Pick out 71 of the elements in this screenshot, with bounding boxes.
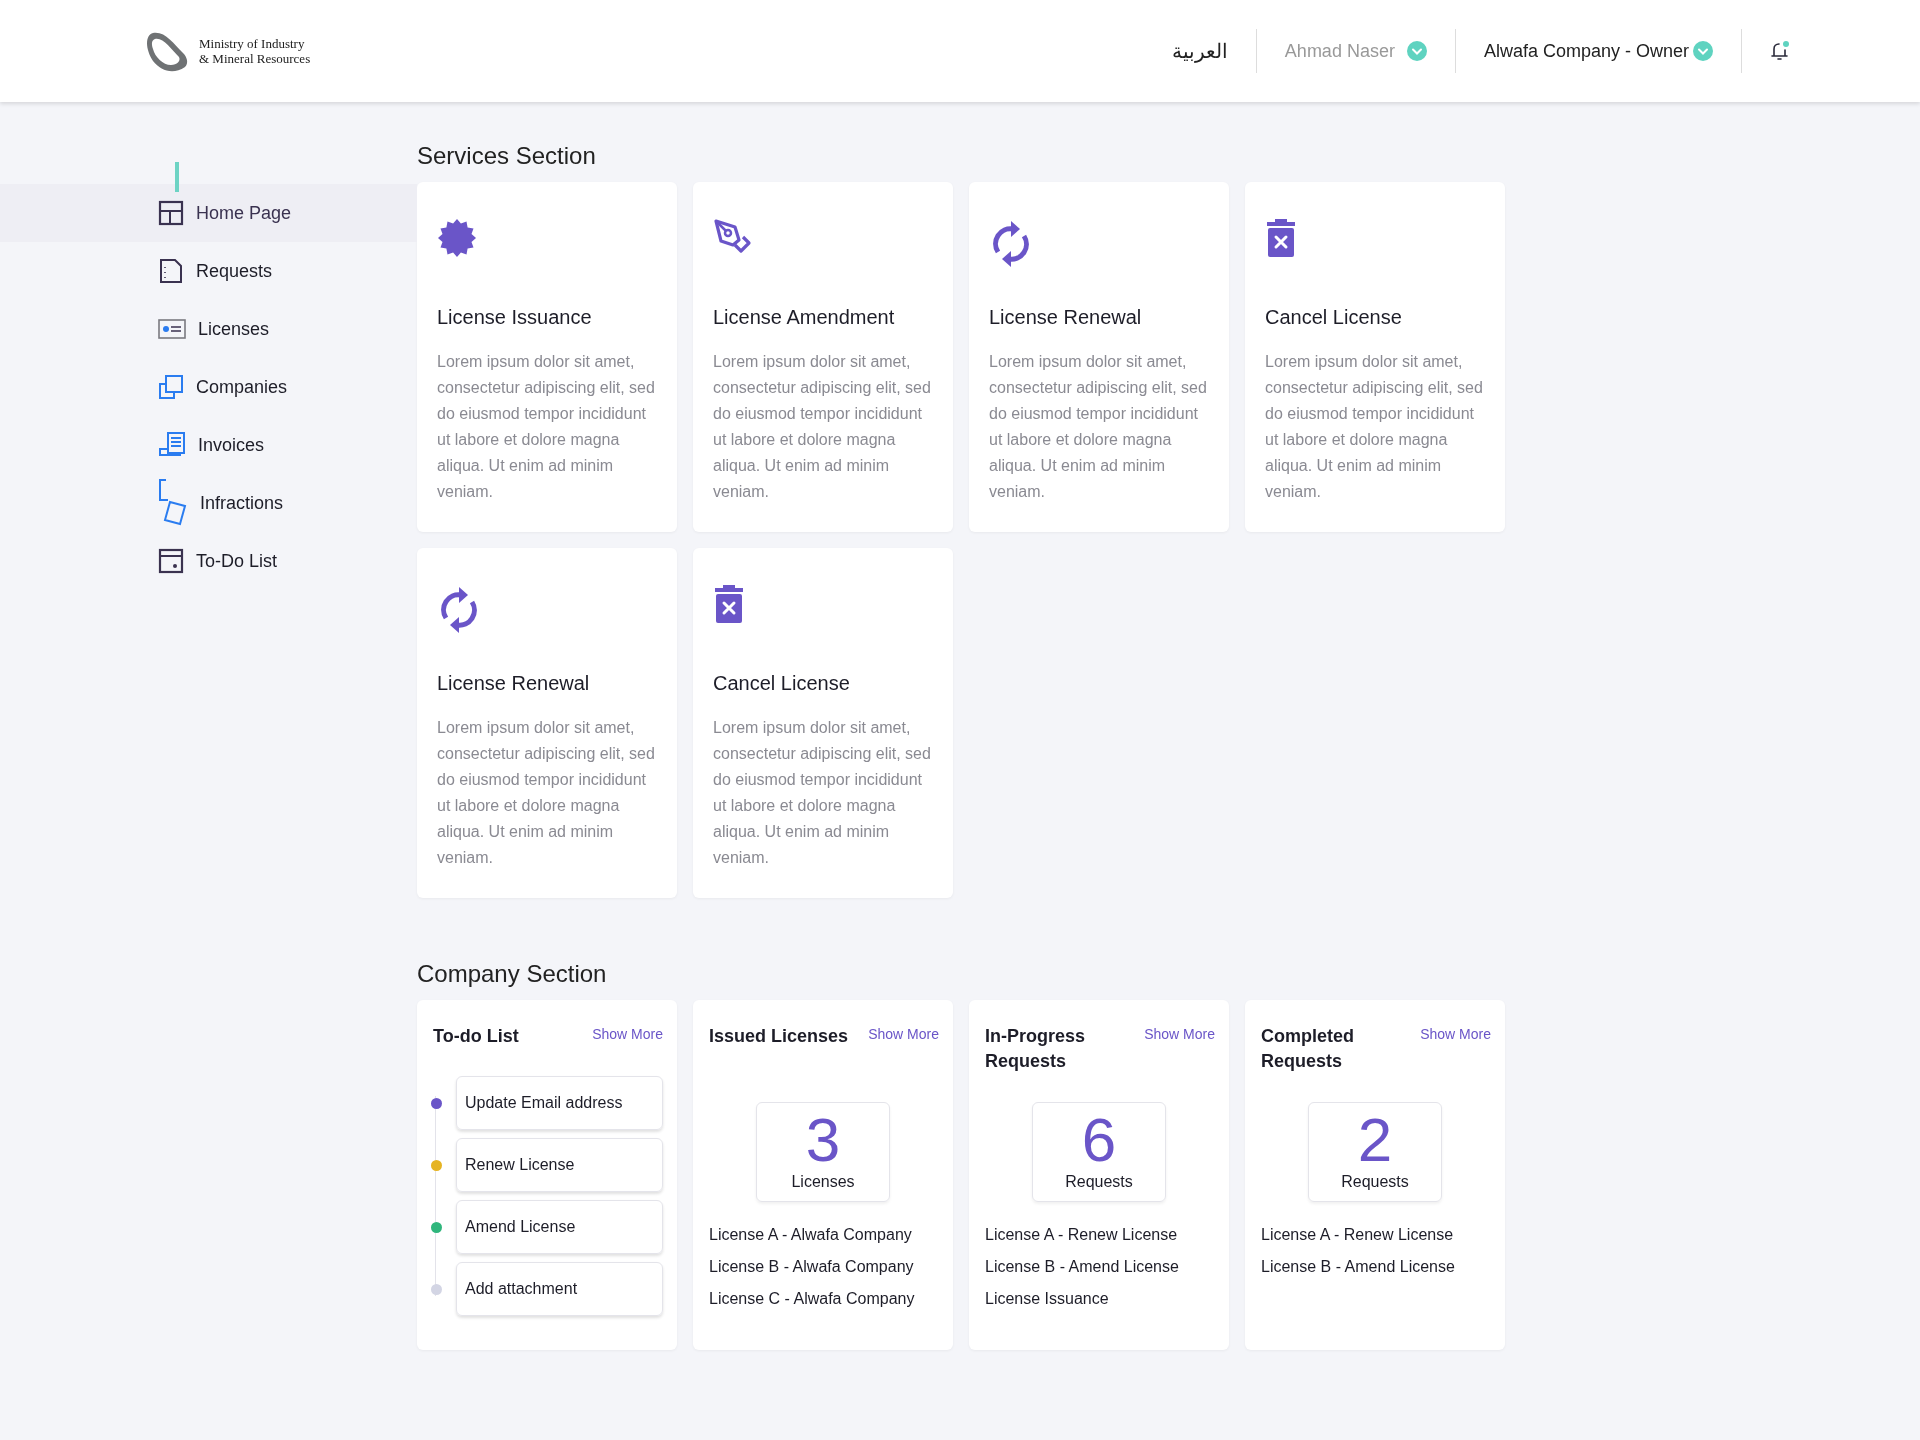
badge-icon bbox=[437, 218, 477, 258]
todo-item[interactable]: Update Email address bbox=[456, 1076, 663, 1130]
card-title: Completed Requests bbox=[1261, 1025, 1355, 1073]
logo-text: Ministry of Industry bbox=[199, 36, 306, 51]
service-card[interactable]: Cancel License Lorem ipsum dolor sit amet, consectetur adipiscing elit, sed do eiusmod tempor incididunt ut labore et dolore magna aliqua. Ut enim ad minim veniam. bbox=[1245, 182, 1505, 532]
card-description: Lorem ipsum dolor sit amet, consectetur adipiscing elit, sed do eiusmod tempor incididunt ut labore et dolore magna aliqua. Ut enim ad minim veniam. bbox=[989, 352, 1208, 502]
bell-icon[interactable] bbox=[1770, 40, 1790, 62]
account-name[interactable]: Alwafa Company - Owner bbox=[1483, 40, 1689, 62]
sidebar-item[interactable]: Home Page bbox=[0, 184, 417, 242]
list-item[interactable]: License B - Amend License bbox=[985, 1258, 1215, 1276]
show-more-link[interactable]: Show More bbox=[592, 1026, 663, 1042]
list-item[interactable]: License A - Alwafa Company bbox=[709, 1226, 939, 1244]
list-item[interactable]: License B - Alwafa Company bbox=[709, 1258, 939, 1276]
card-title: In-Progress Requests bbox=[985, 1025, 1087, 1073]
chevron-down-icon[interactable] bbox=[1693, 41, 1713, 61]
list-item[interactable]: License Issuance bbox=[985, 1290, 1215, 1308]
invoice-icon bbox=[158, 431, 186, 459]
count-unit: Licenses bbox=[791, 1173, 855, 1191]
copy-icon bbox=[158, 374, 184, 400]
card-title: Cancel License bbox=[1265, 306, 1403, 329]
section-title: Services Section bbox=[417, 142, 597, 170]
id-card-icon bbox=[158, 319, 186, 339]
card-title: License Issuance bbox=[437, 306, 593, 329]
show-more-link[interactable]: Show More bbox=[868, 1026, 939, 1042]
card-description: Lorem ipsum dolor sit amet, consectetur adipiscing elit, sed do eiusmod tempor incididunt ut labore et dolore magna aliqua. Ut enim ad minim veniam. bbox=[713, 352, 932, 502]
card-description: Lorem ipsum dolor sit amet, consectetur adipiscing elit, sed do eiusmod tempor incididunt ut labore et dolore magna aliqua. Ut enim ad minim veniam. bbox=[437, 352, 656, 502]
sidebar-item[interactable]: Licenses bbox=[0, 300, 417, 358]
sidebar-item[interactable]: Requests bbox=[0, 242, 417, 300]
list-item[interactable]: License A - Renew License bbox=[985, 1226, 1215, 1244]
sidebar-item[interactable]: Infractions bbox=[0, 474, 417, 532]
trash-icon bbox=[713, 584, 745, 624]
todo-item[interactable]: Renew License bbox=[456, 1138, 663, 1192]
todo-item[interactable]: Amend License bbox=[456, 1200, 663, 1254]
trash-icon bbox=[1265, 218, 1297, 258]
show-more-link[interactable]: Show More bbox=[1420, 1026, 1491, 1042]
count-number: 2 bbox=[1357, 1107, 1393, 1173]
list-item[interactable]: License B - Amend License bbox=[1261, 1258, 1491, 1276]
sidebar-item[interactable]: Invoices bbox=[0, 416, 417, 474]
language-link[interactable]: العربية bbox=[1171, 39, 1228, 63]
service-card[interactable]: License Renewal Lorem ipsum dolor sit amet, consectetur adipiscing elit, sed do eiusmod tempor incididunt ut labore et dolore magna aliqua. Ut enim ad minim veniam. bbox=[417, 548, 677, 898]
document-icon bbox=[158, 258, 184, 284]
card-title: Cancel License bbox=[713, 672, 851, 695]
card-title: Issued Licenses bbox=[709, 1025, 849, 1048]
selection-indicator bbox=[175, 162, 179, 192]
tilted-card-icon bbox=[158, 478, 188, 528]
show-more-link[interactable]: Show More bbox=[1144, 1026, 1215, 1042]
service-card[interactable]: License Renewal Lorem ipsum dolor sit amet, consectetur adipiscing elit, sed do eiusmod tempor incididunt ut labore et dolore magna aliqua. Ut enim ad minim veniam. bbox=[969, 182, 1229, 532]
card-title: To-do List bbox=[433, 1025, 520, 1048]
service-card[interactable]: License Issuance Lorem ipsum dolor sit amet, consectetur adipiscing elit, sed do eiusmod tempor incididunt ut labore et dolore magna aliqua. Ut enim ad minim veniam. bbox=[417, 182, 677, 532]
card-description: Lorem ipsum dolor sit amet, consectetur adipiscing elit, sed do eiusmod tempor incididunt ut labore et dolore magna aliqua. Ut enim ad minim veniam. bbox=[1265, 352, 1484, 502]
count-unit: Requests bbox=[1065, 1173, 1133, 1191]
card-description: Lorem ipsum dolor sit amet, consectetur adipiscing elit, sed do eiusmod tempor incididunt ut labore et dolore magna aliqua. Ut enim ad minim veniam. bbox=[713, 718, 932, 868]
todo-item[interactable]: Add attachment bbox=[456, 1262, 663, 1316]
list-item[interactable]: License A - Renew License bbox=[1261, 1226, 1491, 1244]
card-title: License Amendment bbox=[713, 306, 896, 329]
count-unit: Requests bbox=[1341, 1173, 1409, 1191]
logo-text: & Mineral Resources bbox=[199, 51, 311, 66]
list-item[interactable]: License C - Alwafa Company bbox=[709, 1290, 939, 1308]
count-number: 3 bbox=[805, 1107, 841, 1173]
calendar-icon bbox=[158, 548, 184, 574]
section-title: Company Section bbox=[417, 960, 608, 988]
sidebar-item[interactable]: Companies bbox=[0, 358, 417, 416]
card-title: License Renewal bbox=[437, 672, 591, 695]
count-number: 6 bbox=[1081, 1107, 1117, 1173]
service-card[interactable]: License Amendment Lorem ipsum dolor sit amet, consectetur adipiscing elit, sed do eiusmod tempor incididunt ut labore et dolore magna aliqua. Ut enim ad minim veniam. bbox=[693, 182, 953, 532]
layout-icon bbox=[158, 200, 184, 226]
service-card[interactable]: Cancel License Lorem ipsum dolor sit amet, consectetur adipiscing elit, sed do eiusmod tempor incididunt ut labore et dolore magna aliqua. Ut enim ad minim veniam. bbox=[693, 548, 953, 898]
chevron-down-icon[interactable] bbox=[1406, 41, 1427, 61]
sidebar-item[interactable]: To-Do List bbox=[0, 532, 417, 590]
card-title: License Renewal bbox=[989, 306, 1143, 329]
card-description: Lorem ipsum dolor sit amet, consectetur adipiscing elit, sed do eiusmod tempor incididunt ut labore et dolore magna aliqua. Ut enim ad minim veniam. bbox=[437, 718, 656, 868]
